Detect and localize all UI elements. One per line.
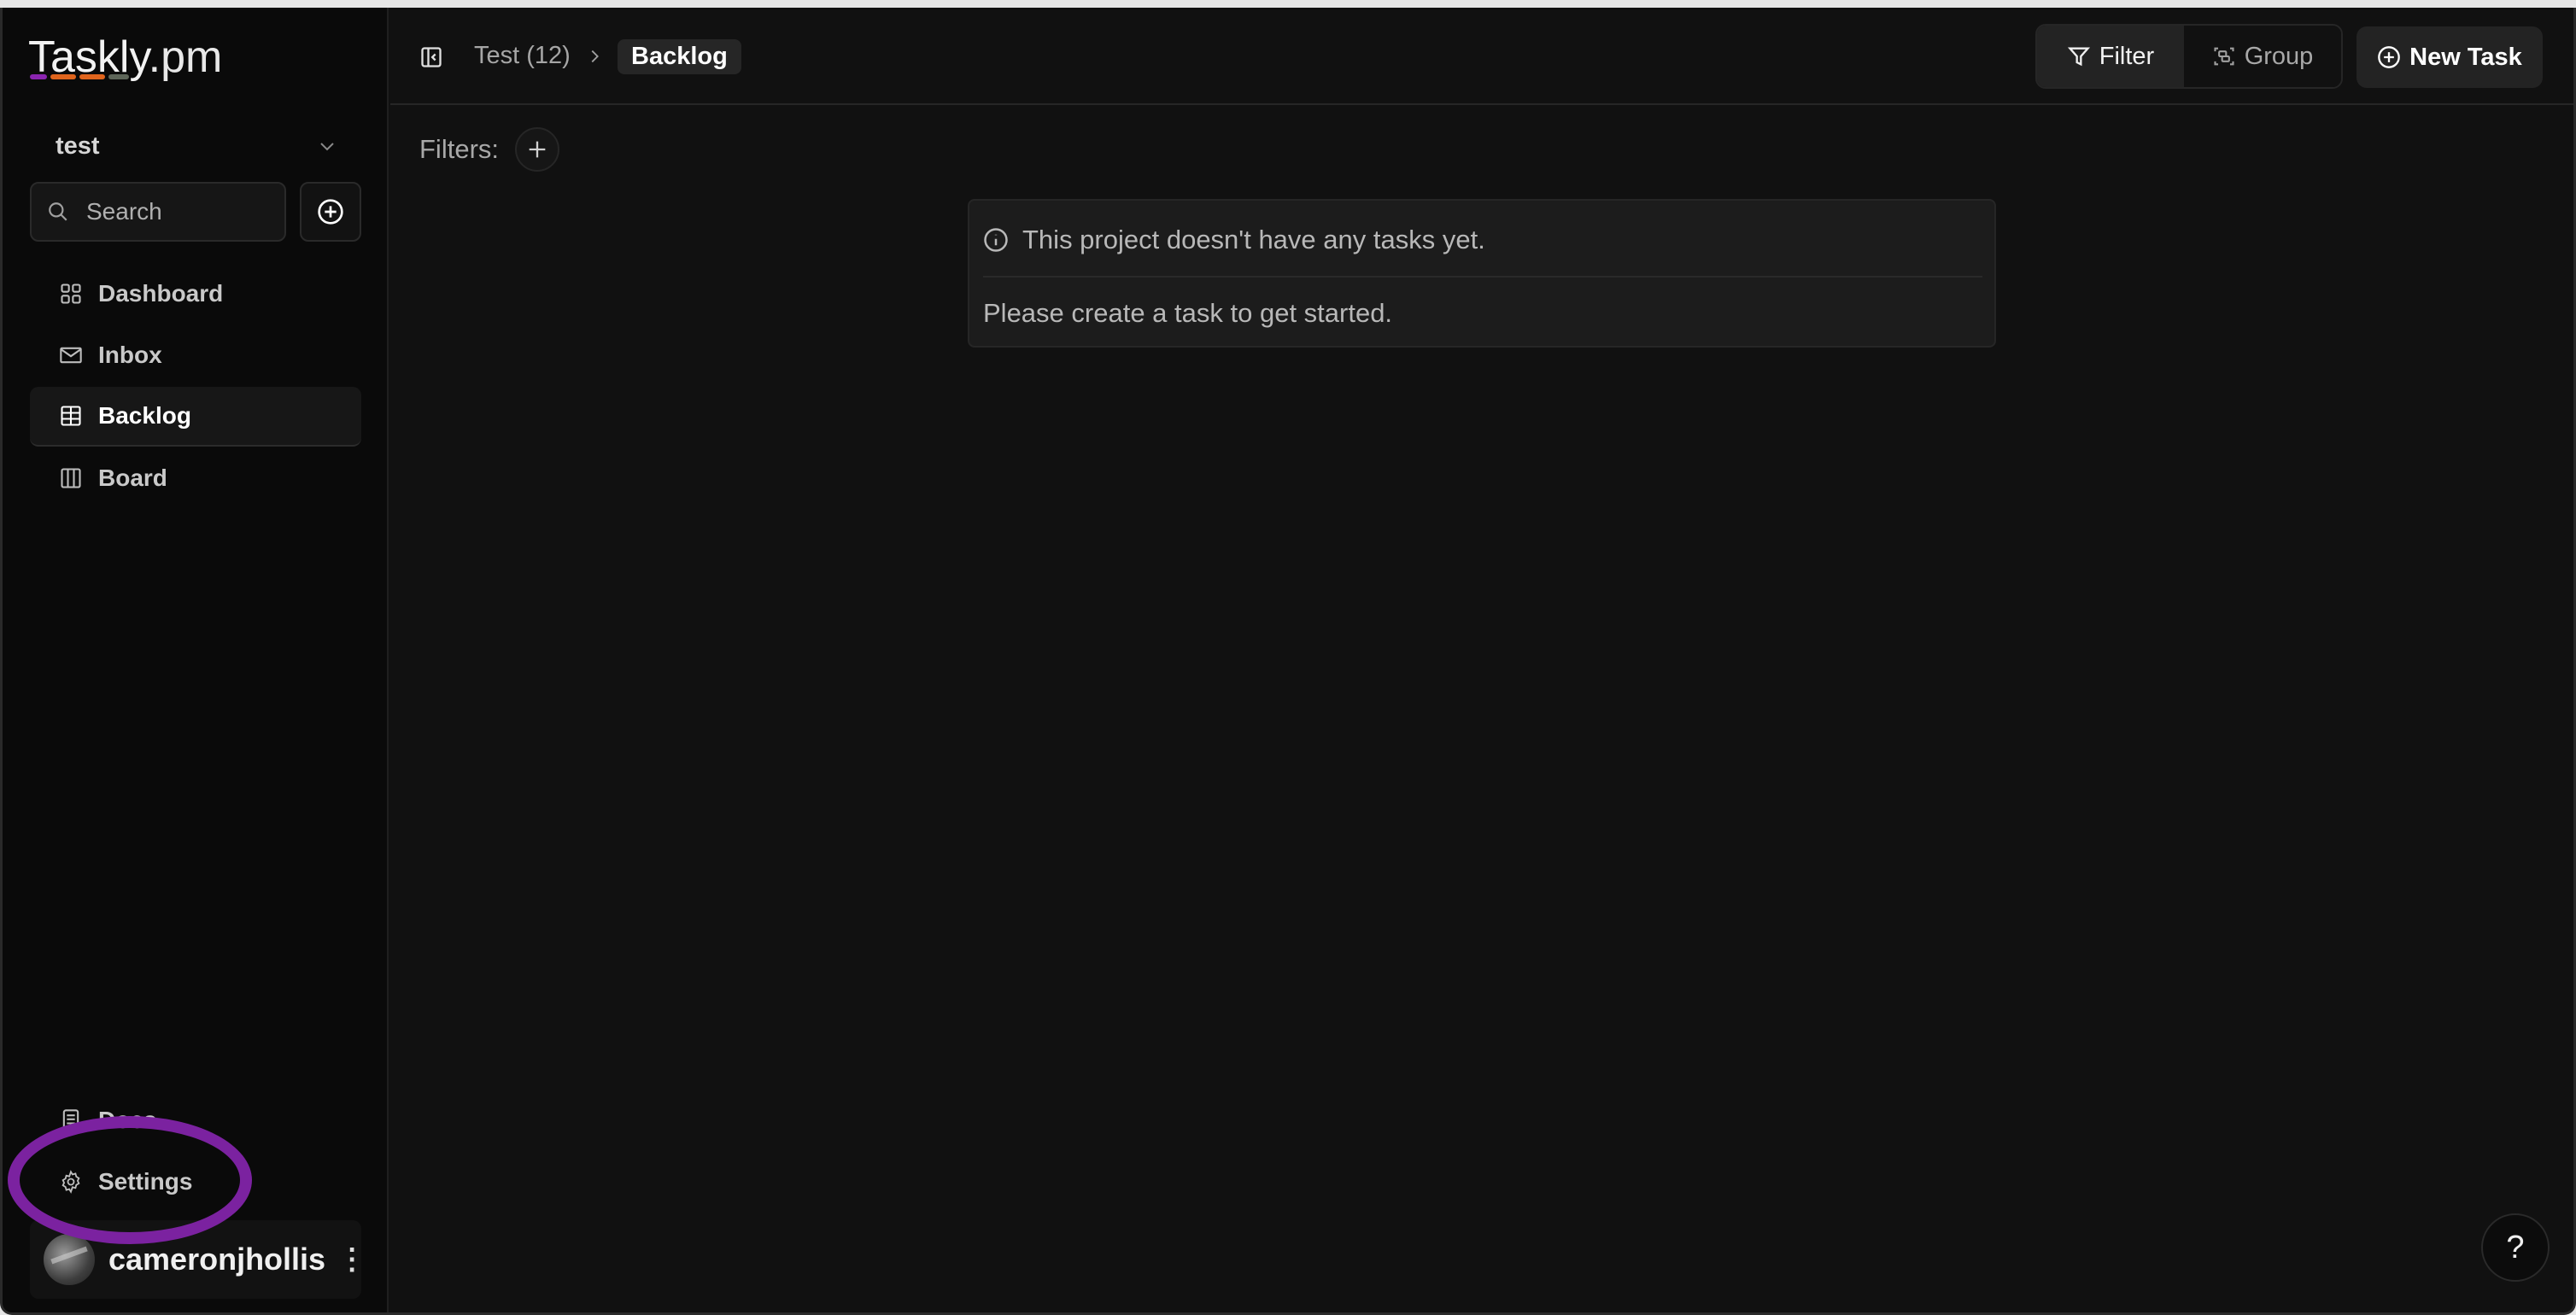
funnel-icon [2067, 47, 2090, 67]
sidebar-item-docs[interactable]: Docs [30, 1090, 361, 1150]
sidebar-item-settings[interactable]: Settings [30, 1152, 361, 1212]
grid-icon [61, 283, 81, 304]
gear-icon [61, 1170, 80, 1194]
add-button[interactable] [300, 182, 361, 242]
sidebar-item-backlog[interactable]: Backlog [30, 387, 361, 447]
chevron-down-icon [320, 143, 334, 151]
avatar [44, 1234, 95, 1285]
filters-label: Filters: [419, 134, 499, 164]
plus-icon [529, 141, 546, 158]
sidebar-item-inbox[interactable]: Inbox [30, 325, 361, 385]
mail-icon [60, 347, 82, 364]
plus-circle-icon [2378, 46, 2401, 68]
empty-state-title: This project doesn't have any tasks yet. [1022, 225, 1485, 254]
more-options-icon[interactable]: ⋮ [337, 1242, 366, 1277]
project-name: test [56, 132, 100, 160]
chevron-right-icon [591, 50, 599, 63]
sidebar-toggle-icon[interactable] [419, 45, 443, 69]
sidebar-item-board[interactable]: Board [30, 448, 361, 508]
document-icon [62, 1109, 79, 1131]
sidebar: Taskly.pm test Dashboard Inbox [3, 8, 389, 1312]
view-controls: Filter Group [2035, 24, 2343, 89]
empty-state-description: Please create a task to get started. [983, 298, 1393, 328]
main-content: Test (12) Backlog Filter Group New Task … [390, 8, 2573, 1312]
empty-state-card: This project doesn't have any tasks yet.… [968, 199, 1996, 348]
help-button[interactable]: ? [2481, 1213, 2550, 1282]
table-icon [61, 406, 81, 426]
breadcrumb-current: Backlog [618, 39, 741, 74]
info-icon [984, 228, 1008, 252]
columns-icon [61, 468, 81, 488]
sidebar-item-dashboard[interactable]: Dashboard [30, 264, 361, 324]
search-icon [49, 202, 67, 221]
top-bar: Test (12) Backlog Filter Group New Task [390, 8, 2573, 105]
plus-circle-icon [318, 199, 343, 225]
filter-button[interactable]: Filter [2037, 26, 2184, 87]
search-input[interactable] [86, 198, 257, 225]
logo-underline [30, 74, 129, 79]
group-button[interactable]: Group [2184, 26, 2341, 87]
breadcrumb-project[interactable]: Test (12) [474, 42, 571, 70]
project-selector[interactable]: test [56, 127, 337, 165]
divider [983, 276, 1982, 278]
search-field[interactable] [30, 182, 286, 242]
user-menu[interactable]: cameronjhollis ⋮ [30, 1220, 366, 1299]
user-name: cameronjhollis [108, 1242, 326, 1277]
add-filter-button[interactable] [515, 127, 559, 172]
app-window: Taskly.pm test Dashboard Inbox [0, 8, 2576, 1315]
new-task-button[interactable]: New Task [2356, 26, 2543, 88]
group-icon [2214, 47, 2234, 66]
